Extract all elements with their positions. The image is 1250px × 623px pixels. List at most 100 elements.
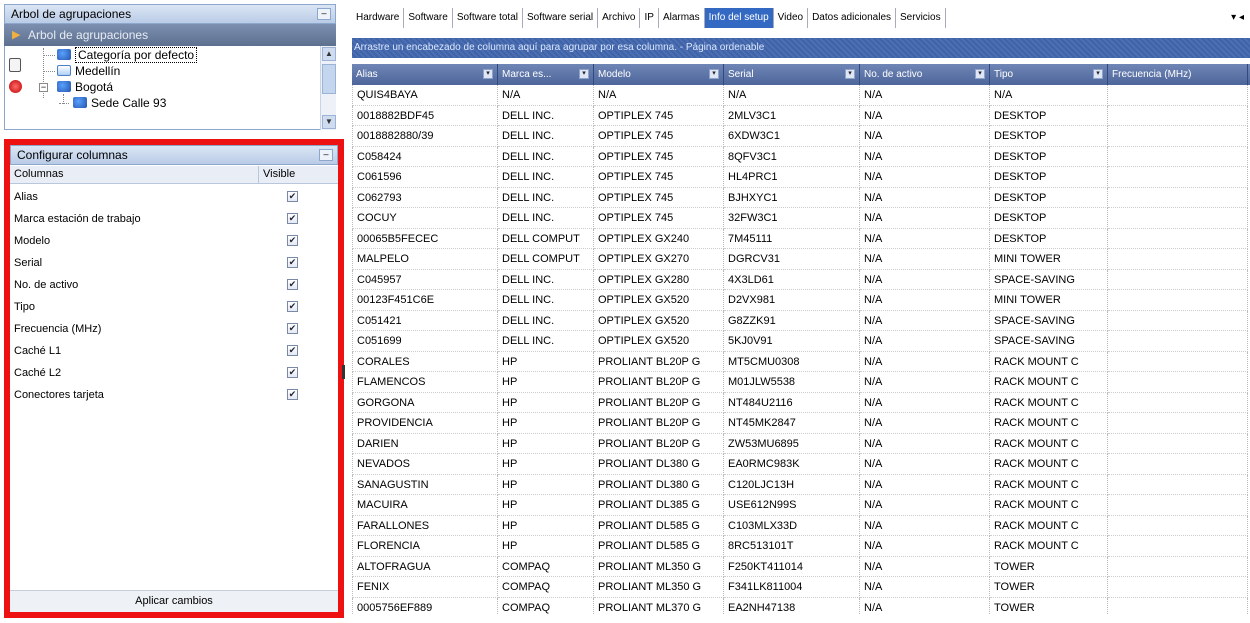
table-cell: SPACE-SAVING bbox=[990, 331, 1108, 352]
tree-header[interactable]: ▶ Arbol de agrupaciones bbox=[4, 24, 336, 46]
table-row[interactable]: CORALES HP PROLIANT BL20P G MT5CMU0308 N/A RA… bbox=[352, 351, 1250, 372]
tree-expander-icon[interactable]: − bbox=[39, 83, 48, 92]
group-by-hint[interactable]: Arrastre un encabezado de columna aquí p… bbox=[352, 38, 1250, 58]
table-row[interactable]: COCUY DELL INC. OPTIPLEX 745 32FW3C1 N/A DESK… bbox=[352, 208, 1250, 229]
table-cell: OPTIPLEX GX270 bbox=[594, 249, 724, 270]
column-option-row[interactable]: Alias ✔ bbox=[10, 186, 338, 208]
column-option-row[interactable]: Frecuencia (MHz) ✔ bbox=[10, 318, 338, 340]
tree-node-default-category[interactable]: Categoría por defecto bbox=[57, 47, 198, 63]
table-row[interactable]: FENIX COMPAQ PROLIANT ML350 G F341LK811004 N… bbox=[352, 577, 1250, 598]
table-row[interactable]: C051421 DELL INC. OPTIPLEX GX520 G8ZZK91 N/A… bbox=[352, 310, 1250, 331]
column-header[interactable]: Alias ▾ bbox=[352, 64, 498, 85]
table-row[interactable]: PROVIDENCIA HP PROLIANT BL20P G NT45MK2847 N… bbox=[352, 413, 1250, 434]
column-option-row[interactable]: Modelo ✔ bbox=[10, 230, 338, 252]
tab-hardware[interactable]: Hardware bbox=[352, 8, 405, 28]
table-cell: ALTOFRAGUA bbox=[352, 556, 498, 577]
filter-dropdown-icon[interactable]: ▾ bbox=[1093, 69, 1103, 79]
tab-archivo[interactable]: Archivo bbox=[598, 8, 641, 28]
table-row[interactable]: QUIS4BAYA N/A N/A N/A N/A N/A bbox=[352, 85, 1250, 106]
table-row[interactable]: FLORENCIA HP PROLIANT DL585 G 8RC513101T N/A… bbox=[352, 536, 1250, 557]
table-row[interactable]: MACUIRA HP PROLIANT DL385 G USE612N99S N/A RA… bbox=[352, 495, 1250, 516]
filter-dropdown-icon[interactable]: ▾ bbox=[579, 69, 589, 79]
apply-changes-button[interactable]: Aplicar cambios bbox=[10, 590, 338, 612]
table-row[interactable]: 0005756EF889 COMPAQ PROLIANT ML370 G EA2NH4… bbox=[352, 597, 1250, 615]
tab-ip[interactable]: IP bbox=[640, 8, 659, 28]
tree-node-bogota[interactable]: Bogotá bbox=[57, 79, 113, 95]
table-row[interactable]: MALPELO DELL COMPUT OPTIPLEX GX270 DGRCV31 N… bbox=[352, 249, 1250, 270]
filter-dropdown-icon[interactable]: ▾ bbox=[975, 69, 985, 79]
table-row[interactable]: C051699 DELL INC. OPTIPLEX GX520 5KJ0V91 N/A… bbox=[352, 331, 1250, 352]
tree-tool-icon[interactable] bbox=[9, 58, 21, 72]
table-row[interactable]: NEVADOS HP PROLIANT DL380 G EA0RMC983K N/A RA… bbox=[352, 454, 1250, 475]
visible-checkbox[interactable]: ✔ bbox=[287, 257, 298, 268]
table-row[interactable]: ALTOFRAGUA COMPAQ PROLIANT ML350 G F250KT41… bbox=[352, 556, 1250, 577]
table-cell: DARIEN bbox=[352, 433, 498, 454]
scroll-down-icon[interactable]: ▼ bbox=[322, 115, 336, 129]
table-row[interactable]: GORGONA HP PROLIANT BL20P G NT484U2116 N/A RA… bbox=[352, 392, 1250, 413]
table-row[interactable]: 00065B5FECEC DELL COMPUT OPTIPLEX GX240 7M4… bbox=[352, 228, 1250, 249]
tab-software-serial[interactable]: Software serial bbox=[523, 8, 599, 28]
visible-checkbox[interactable]: ✔ bbox=[287, 213, 298, 224]
visible-header-label[interactable]: Visible bbox=[258, 166, 338, 183]
table-row[interactable]: 0018882880/39 DELL INC. OPTIPLEX 745 6XDW3C… bbox=[352, 126, 1250, 147]
visible-checkbox[interactable]: ✔ bbox=[287, 279, 298, 290]
tree-scrollbar[interactable]: ▲ ▼ bbox=[320, 46, 336, 130]
column-option-row[interactable]: Marca estación de trabajo ✔ bbox=[10, 208, 338, 230]
column-option-row[interactable]: Tipo ✔ bbox=[10, 296, 338, 318]
tree-node-medellin[interactable]: Medellín bbox=[57, 63, 120, 79]
table-row[interactable]: C062793 DELL INC. OPTIPLEX 745 BJHXYC1 N/A DE… bbox=[352, 187, 1250, 208]
tab-software-total[interactable]: Software total bbox=[453, 8, 523, 28]
table-row[interactable]: C058424 DELL INC. OPTIPLEX 745 8QFV3C1 N/A DE… bbox=[352, 146, 1250, 167]
column-option-row[interactable]: No. de activo ✔ bbox=[10, 274, 338, 296]
visible-checkbox[interactable]: ✔ bbox=[287, 389, 298, 400]
table-row[interactable]: SANAGUSTIN HP PROLIANT DL380 G C120LJC13H N/… bbox=[352, 474, 1250, 495]
column-header[interactable]: Tipo ▾ bbox=[990, 64, 1108, 85]
tree-node-sede-calle-93[interactable]: Sede Calle 93 bbox=[73, 95, 166, 111]
table-cell: C045957 bbox=[352, 269, 498, 290]
table-cell: N/A bbox=[860, 310, 990, 331]
table-row[interactable]: FLAMENCOS HP PROLIANT BL20P G M01JLW5538 N/A… bbox=[352, 372, 1250, 393]
column-header[interactable]: Modelo ▾ bbox=[594, 64, 724, 85]
table-row[interactable]: 00123F451C6E DELL INC. OPTIPLEX GX520 D2VX9… bbox=[352, 290, 1250, 311]
scroll-thumb[interactable] bbox=[322, 64, 336, 94]
table-cell: C103MLX33D bbox=[724, 515, 860, 536]
visible-checkbox[interactable]: ✔ bbox=[287, 345, 298, 356]
filter-dropdown-icon[interactable]: ▾ bbox=[845, 69, 855, 79]
column-option-row[interactable]: Conectores tarjeta ✔ bbox=[10, 384, 338, 406]
tab-overflow-icon[interactable]: ▾ ◂ bbox=[1231, 8, 1244, 28]
column-header[interactable]: Serial ▾ bbox=[724, 64, 860, 85]
column-option-row[interactable]: Serial ✔ bbox=[10, 252, 338, 274]
visible-checkbox[interactable]: ✔ bbox=[287, 301, 298, 312]
column-header[interactable]: No. de activo ▾ bbox=[860, 64, 990, 85]
visible-checkbox[interactable]: ✔ bbox=[287, 191, 298, 202]
visible-checkbox[interactable]: ✔ bbox=[287, 367, 298, 378]
column-option-row[interactable]: Caché L1 ✔ bbox=[10, 340, 338, 362]
table-cell: HL4PRC1 bbox=[724, 167, 860, 188]
table-row[interactable]: 0018882BDF45 DELL INC. OPTIPLEX 745 2MLV3C1… bbox=[352, 105, 1250, 126]
table-row[interactable]: FARALLONES HP PROLIANT DL585 G C103MLX33D N/… bbox=[352, 515, 1250, 536]
table-cell bbox=[1108, 187, 1248, 208]
tab-info-del-setup[interactable]: Info del setup bbox=[704, 8, 774, 28]
scroll-up-icon[interactable]: ▲ bbox=[322, 47, 336, 61]
columns-header-label[interactable]: Columnas bbox=[14, 166, 64, 183]
table-row[interactable]: C045957 DELL INC. OPTIPLEX GX280 4X3LD61 N/A… bbox=[352, 269, 1250, 290]
tab-datos-adicionales[interactable]: Datos adicionales bbox=[808, 8, 897, 28]
tab-servicios[interactable]: Servicios bbox=[896, 8, 946, 28]
visible-checkbox[interactable]: ✔ bbox=[287, 235, 298, 246]
tab-software[interactable]: Software bbox=[404, 8, 453, 28]
table-row[interactable]: C061596 DELL INC. OPTIPLEX 745 HL4PRC1 N/A DE… bbox=[352, 167, 1250, 188]
filter-dropdown-icon[interactable]: ▾ bbox=[709, 69, 719, 79]
column-header[interactable]: Marca es... ▾ bbox=[498, 64, 594, 85]
tab-alarmas[interactable]: Alarmas bbox=[659, 8, 705, 28]
filter-dropdown-icon[interactable]: ▾ bbox=[483, 69, 493, 79]
visible-checkbox[interactable]: ✔ bbox=[287, 323, 298, 334]
tab-video[interactable]: Video bbox=[774, 8, 809, 28]
collapse-icon[interactable]: – bbox=[319, 149, 333, 161]
column-option-row[interactable]: Caché L2 ✔ bbox=[10, 362, 338, 384]
stop-icon[interactable] bbox=[9, 80, 22, 93]
table-cell bbox=[1108, 208, 1248, 229]
table-row[interactable]: DARIEN HP PROLIANT BL20P G ZW53MU6895 N/A RAC… bbox=[352, 433, 1250, 454]
panel-splitter[interactable] bbox=[342, 360, 346, 384]
collapse-icon[interactable]: – bbox=[317, 8, 331, 20]
column-header[interactable]: Frecuencia (MHz) bbox=[1108, 64, 1248, 85]
